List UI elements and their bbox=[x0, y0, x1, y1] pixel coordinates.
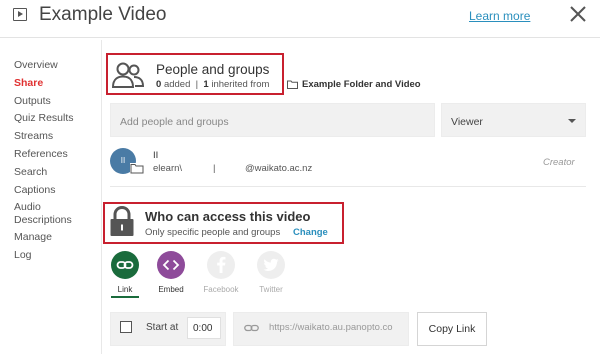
user-account: elearn\ bbox=[153, 163, 183, 174]
twitter-button[interactable] bbox=[257, 251, 285, 279]
sidebar-item-captions[interactable]: Captions bbox=[14, 182, 94, 200]
people-icon bbox=[112, 62, 144, 88]
dialog-header: Example Video Learn more bbox=[0, 0, 600, 38]
video-icon bbox=[13, 8, 27, 21]
sidebar-item-quiz-results[interactable]: Quiz Results bbox=[14, 110, 94, 128]
sidebar-item-audio-descriptions[interactable]: Audio Descriptions bbox=[14, 199, 84, 229]
facebook-label: Facebook bbox=[203, 285, 239, 294]
sidebar-item-search[interactable]: Search bbox=[14, 164, 94, 182]
link-icon bbox=[244, 324, 259, 332]
chevron-down-icon bbox=[568, 119, 576, 123]
close-icon[interactable] bbox=[567, 3, 589, 25]
link-button[interactable] bbox=[111, 251, 139, 279]
sidebar-item-share[interactable]: Share bbox=[14, 75, 94, 93]
start-time-input[interactable]: 0:00 bbox=[187, 317, 221, 339]
twitter-label: Twitter bbox=[259, 285, 283, 294]
embed-label: Embed bbox=[158, 285, 184, 294]
start-at-label: Start at bbox=[146, 322, 179, 333]
sidebar-item-overview[interactable]: Overview bbox=[14, 57, 94, 75]
active-tab-indicator bbox=[111, 296, 139, 298]
user-separator: | bbox=[213, 163, 216, 174]
facebook-button[interactable] bbox=[207, 251, 235, 279]
added-count: 0 bbox=[156, 79, 162, 90]
twitter-icon bbox=[263, 258, 279, 271]
learn-more-link[interactable]: Learn more bbox=[469, 9, 530, 23]
start-at-checkbox[interactable] bbox=[120, 321, 132, 333]
people-groups-counts: 0 added | 1 inherited from bbox=[156, 79, 269, 90]
folder-icon bbox=[287, 80, 298, 89]
page-title: Example Video bbox=[39, 4, 167, 25]
inherited-folder-name[interactable]: Example Folder and Video bbox=[302, 79, 421, 90]
user-role: Creator bbox=[543, 157, 575, 168]
row-divider bbox=[110, 186, 586, 187]
sidebar-item-manage[interactable]: Manage bbox=[14, 229, 94, 247]
facebook-icon bbox=[217, 256, 226, 273]
sidebar-nav: Overview Share Outputs Quiz Results Stre… bbox=[14, 57, 94, 265]
link-label: Link bbox=[117, 285, 133, 294]
share-url-value: https://waikato.au.panopto.co bbox=[269, 322, 393, 333]
user-name: II bbox=[153, 150, 159, 161]
change-access-link[interactable]: Change bbox=[293, 227, 328, 238]
copy-link-button[interactable]: Copy Link bbox=[417, 312, 487, 346]
access-subtitle: Only specific people and groups bbox=[145, 227, 281, 238]
sidebar-item-references[interactable]: References bbox=[14, 146, 94, 164]
sidebar-item-streams[interactable]: Streams bbox=[14, 128, 94, 146]
role-select[interactable]: Viewer bbox=[441, 103, 586, 137]
sidebar-item-outputs[interactable]: Outputs bbox=[14, 93, 94, 111]
embed-button[interactable] bbox=[157, 251, 185, 279]
inherited-count: 1 bbox=[203, 79, 209, 90]
access-title: Who can access this video bbox=[145, 209, 311, 224]
embed-icon bbox=[162, 259, 180, 271]
lock-icon bbox=[110, 205, 134, 236]
sidebar-divider bbox=[101, 40, 102, 354]
user-email: @waikato.ac.nz bbox=[245, 163, 313, 174]
people-groups-title: People and groups bbox=[156, 62, 270, 77]
inherited-label: inherited from bbox=[211, 79, 270, 90]
add-people-input[interactable]: Add people and groups bbox=[110, 103, 435, 137]
sidebar-item-log[interactable]: Log bbox=[14, 247, 94, 265]
link-icon bbox=[116, 261, 134, 269]
folder-icon bbox=[130, 163, 144, 174]
role-select-value: Viewer bbox=[451, 116, 483, 128]
counts-separator: | bbox=[195, 79, 199, 90]
added-label: added bbox=[163, 79, 191, 90]
